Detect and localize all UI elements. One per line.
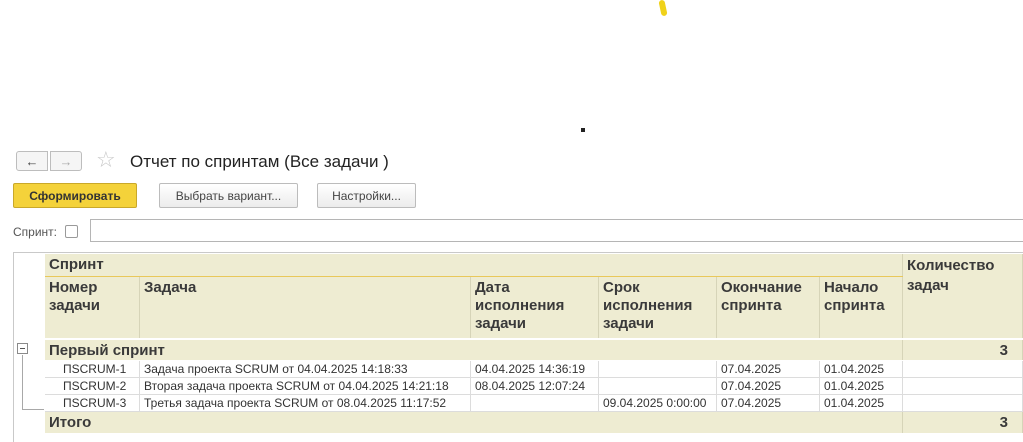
settings-button[interactable]: Настройки... — [317, 183, 416, 208]
task-number-cell[interactable]: ПSCRUM-2 — [45, 378, 140, 395]
header-sprint-end: Окончание спринта — [717, 277, 820, 338]
group-row-count: 3 — [903, 340, 1023, 360]
task-cell[interactable]: Вторая задача проекта SCRUM от 04.04.202… — [140, 378, 471, 395]
decorative-mark — [658, 0, 668, 17]
sprint-filter-input[interactable] — [90, 219, 1023, 242]
page-title: Отчет по спринтам (Все задачи ) — [130, 152, 389, 171]
header-task-number: Номер задачи — [45, 277, 140, 338]
header-deadline: Срок исполнения задачи — [599, 277, 717, 338]
sprint-end-cell: 07.04.2025 — [717, 361, 820, 378]
sprint-start-cell: 01.04.2025 — [820, 395, 903, 412]
arrow-left-icon: ← — [25, 153, 39, 169]
count-cell — [903, 361, 1023, 378]
forward-button[interactable]: → — [50, 151, 82, 171]
sprint-end-cell: 07.04.2025 — [717, 378, 820, 395]
decorative-dot — [581, 128, 585, 132]
header-sprint: Спринт — [45, 254, 903, 276]
task-number-cell[interactable]: ПSCRUM-1 — [45, 361, 140, 378]
header-execution-date: Дата исполнения задачи — [471, 277, 599, 338]
sprint-start-cell: 01.04.2025 — [820, 378, 903, 395]
deadline-cell — [599, 361, 717, 378]
favorite-star-icon[interactable]: ☆ — [96, 149, 116, 171]
task-number-cell[interactable]: ПSCRUM-3 — [45, 395, 140, 412]
tree-line — [22, 409, 44, 410]
total-count: 3 — [903, 412, 1023, 433]
header-task: Задача — [140, 277, 471, 338]
execution-date-cell — [471, 395, 599, 412]
header-sprint-start: Начало спринта — [820, 277, 903, 338]
task-cell[interactable]: Третья задача проекта SCRUM от 08.04.202… — [140, 395, 471, 412]
execution-date-cell: 04.04.2025 14:36:19 — [471, 361, 599, 378]
count-cell — [903, 378, 1023, 395]
arrow-right-icon: → — [59, 153, 73, 169]
tree-line — [22, 355, 23, 410]
group-row-name: Первый спринт — [45, 340, 903, 360]
header-task-count: Количество задач — [903, 254, 1023, 338]
deadline-cell: 09.04.2025 0:00:00 — [599, 395, 717, 412]
count-cell — [903, 395, 1023, 412]
task-cell[interactable]: Задача проекта SCRUM от 04.04.2025 14:18… — [140, 361, 471, 378]
execution-date-cell: 08.04.2025 12:07:24 — [471, 378, 599, 395]
back-button[interactable]: ← — [16, 151, 48, 171]
total-label: Итого — [45, 412, 903, 433]
sprint-filter-label: Спринт: — [13, 225, 57, 239]
generate-button[interactable]: Сформировать — [13, 183, 137, 208]
select-variant-button[interactable]: Выбрать вариант... — [159, 183, 298, 208]
deadline-cell — [599, 378, 717, 395]
sprint-end-cell: 07.04.2025 — [717, 395, 820, 412]
sprint-start-cell: 01.04.2025 — [820, 361, 903, 378]
collapse-icon[interactable] — [17, 343, 28, 354]
sprint-filter-checkbox[interactable] — [65, 225, 78, 238]
